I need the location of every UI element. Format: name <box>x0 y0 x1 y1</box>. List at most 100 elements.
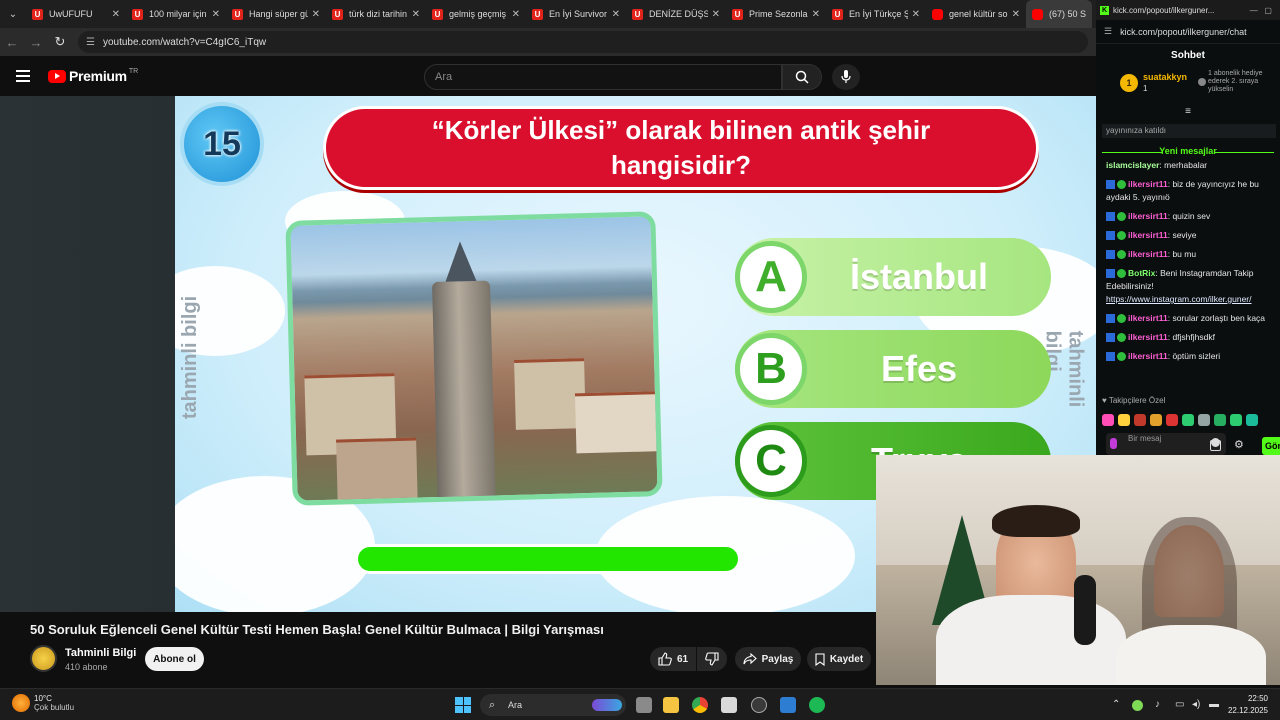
chat-link[interactable]: https://www.instagram.com/ilker.guner/ <box>1106 294 1252 304</box>
browser-tab[interactable]: U En İyi Survivor ✕ <box>526 0 626 28</box>
browser-tab[interactable]: UDENİZE DÜŞSE✕ <box>626 0 726 28</box>
chat-username[interactable]: ilkersirt11 <box>1128 249 1168 259</box>
browser-tab[interactable]: U Hangi süper gü ✕ <box>226 0 326 28</box>
chat-message: ilkersirt11: dfjshfjhsdkf <box>1096 328 1280 347</box>
tray-mic-icon[interactable]: ♪ <box>1155 699 1160 710</box>
close-tab-icon[interactable]: ✕ <box>212 9 220 20</box>
chat-username[interactable]: ilkersirt11 <box>1128 211 1168 221</box>
emote-icon[interactable] <box>1230 414 1242 426</box>
close-tab-icon[interactable]: ✕ <box>1012 9 1020 20</box>
channel-name[interactable]: Tahminli Bilgi <box>65 647 136 659</box>
send-button[interactable]: Gön <box>1262 437 1280 455</box>
emote-icon[interactable] <box>1166 414 1178 426</box>
gift-box-icon[interactable] <box>1210 440 1221 451</box>
like-button[interactable]: 61 <box>650 647 696 671</box>
site-settings-icon[interactable]: ☰ <box>1104 26 1112 37</box>
tab-search-chevron-icon[interactable]: ⌄ <box>0 0 26 28</box>
snipping-tool-icon[interactable] <box>721 697 737 713</box>
join-banner: yayınınıza katıldı <box>1102 124 1276 138</box>
tray-app-icon[interactable] <box>1132 700 1143 711</box>
save-button[interactable]: Kaydet <box>807 647 871 671</box>
browser-tab[interactable]: Utürk dizi tarihin ✕ <box>326 0 426 28</box>
url-field[interactable]: ☰ youtube.com/watch?v=C4gIC6_iTqw <box>78 31 1088 53</box>
channel-watermark-left: tahminli bilgi <box>179 295 202 420</box>
emote-icon[interactable] <box>1182 414 1194 426</box>
taskbar-search[interactable]: ⌕ Ara <box>480 694 626 716</box>
heart-icon: ♥ <box>1102 396 1107 405</box>
emote-icon[interactable] <box>1246 414 1258 426</box>
chat-username[interactable]: ilkersirt11 <box>1128 351 1168 361</box>
emote-icon[interactable] <box>1102 414 1114 426</box>
emote-icon[interactable] <box>1214 414 1226 426</box>
app-icon[interactable] <box>751 697 767 713</box>
chrome-icon[interactable] <box>692 697 708 713</box>
verified-badge-icon <box>1117 333 1126 343</box>
chat-username[interactable]: ilkersirt11 <box>1128 230 1168 240</box>
webcam-overlay <box>876 455 1280 685</box>
settings-gear-icon[interactable]: ⚙ <box>1234 438 1244 451</box>
close-tab-icon[interactable]: ✕ <box>312 9 320 20</box>
channel-avatar[interactable] <box>30 645 57 672</box>
u-favicon-icon: U <box>232 8 243 20</box>
share-button[interactable]: Paylaş <box>735 647 801 671</box>
dislike-button[interactable] <box>697 647 727 671</box>
close-tab-icon[interactable]: ✕ <box>412 9 420 20</box>
filter-icon[interactable]: ≡ <box>1096 107 1280 118</box>
chat-url-bar[interactable]: ☰ kick.com/popout/ilkerguner/chat <box>1096 20 1280 44</box>
close-tab-icon[interactable]: ✕ <box>712 9 720 20</box>
task-view-icon[interactable] <box>636 697 652 713</box>
close-tab-icon[interactable]: ✕ <box>812 9 820 20</box>
chat-username[interactable]: ilkersirt11 <box>1128 332 1168 342</box>
chat-username[interactable]: BotRix <box>1128 268 1155 278</box>
reload-icon[interactable]: ↻ <box>48 34 72 50</box>
browser-tab[interactable]: Ugelmiş geçmiş ✕ <box>426 0 526 28</box>
search-highlight-icon <box>592 699 622 711</box>
site-settings-icon[interactable]: ☰ <box>86 37 95 48</box>
voice-search-button[interactable] <box>832 64 860 90</box>
chat-message: ilkersirt11: bu mu <box>1096 245 1280 264</box>
menu-icon[interactable] <box>16 70 30 82</box>
forward-arrow-icon[interactable]: → <box>24 35 48 50</box>
battery-icon[interactable]: ▬ <box>1209 699 1219 710</box>
youtube-logo[interactable]: Premium TR <box>48 68 138 84</box>
chat-text: seviye <box>1172 230 1197 240</box>
chat-message-input[interactable]: Bir mesaj <box>1106 433 1226 455</box>
photos-icon[interactable] <box>780 697 796 713</box>
chat-username[interactable]: ilkersirt11 <box>1128 179 1168 189</box>
close-tab-icon[interactable]: ✕ <box>112 9 120 20</box>
network-icon[interactable]: ▭ <box>1175 699 1184 710</box>
subscriber-count: 410 abone <box>65 662 108 672</box>
close-tab-icon[interactable]: ✕ <box>512 9 520 20</box>
search-button[interactable] <box>782 64 822 90</box>
chat-username[interactable]: ilkersirt11 <box>1128 313 1168 323</box>
leaderboard-note: 1 abonelik hediye ederek 2. sıraya yükse… <box>1208 70 1263 93</box>
chat-username[interactable]: islamcislayer <box>1106 160 1159 170</box>
file-explorer-icon[interactable] <box>663 697 679 713</box>
browser-tab[interactable]: U 100 milyar için ✕ <box>126 0 226 28</box>
back-arrow-icon[interactable]: ← <box>0 35 24 50</box>
tray-chevron-icon[interactable]: ⌃ <box>1112 699 1120 710</box>
browser-tab[interactable]: U UwUFUFU ✕ <box>26 0 126 28</box>
browser-tab[interactable]: U En İyi Türkçe Ş ✕ <box>826 0 926 28</box>
browser-tab-active[interactable]: (67) 50 So <box>1026 0 1092 28</box>
microphone-icon[interactable] <box>1110 438 1117 449</box>
emote-icon[interactable] <box>1198 414 1210 426</box>
window-controls-icon[interactable]: — ▢ <box>1250 6 1272 15</box>
top-gifter-name[interactable]: suatakkyn <box>1143 72 1187 82</box>
emote-icon[interactable] <box>1134 414 1146 426</box>
search-input[interactable]: Ara <box>424 64 782 90</box>
rank-badge-icon: 1 <box>1120 74 1138 92</box>
volume-icon[interactable]: ◂) <box>1192 699 1200 710</box>
close-tab-icon[interactable]: ✕ <box>912 9 920 20</box>
subscribe-button[interactable]: Abone ol <box>145 647 204 671</box>
taskbar-clock[interactable]: 22:50 22.12.2025 <box>1228 693 1268 717</box>
browser-tab[interactable]: U Prime Sezonlar ✕ <box>726 0 826 28</box>
u-favicon-icon: U <box>832 8 843 20</box>
windows-start-icon[interactable] <box>455 697 471 713</box>
emote-icon[interactable] <box>1118 414 1130 426</box>
emote-icon[interactable] <box>1150 414 1162 426</box>
browser-tab[interactable]: genel kültür so ✕ <box>926 0 1026 28</box>
weather-widget[interactable]: 10°C Çok bulutlu <box>12 694 74 712</box>
close-tab-icon[interactable]: ✕ <box>612 9 620 20</box>
spotify-icon[interactable] <box>809 697 825 713</box>
